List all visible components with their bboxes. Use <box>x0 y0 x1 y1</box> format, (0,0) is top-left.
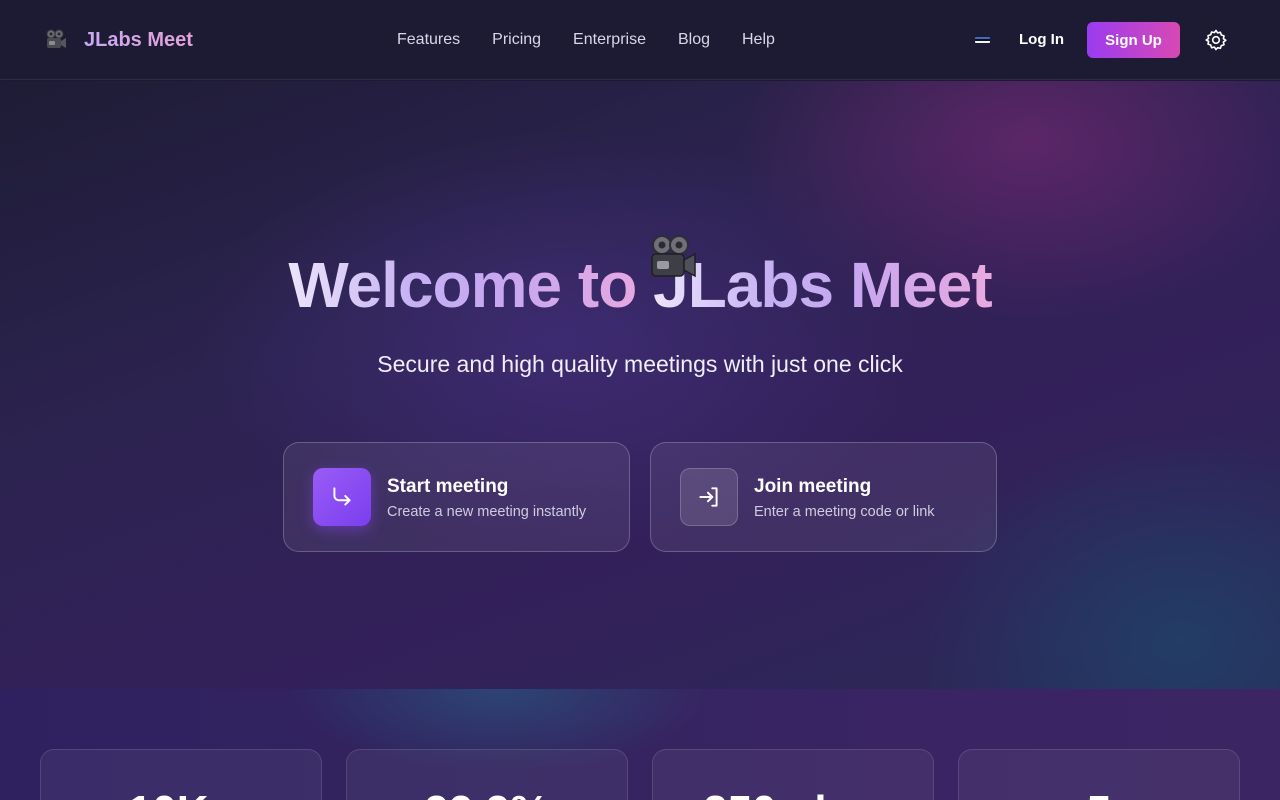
movie-camera-icon <box>651 235 696 278</box>
start-meeting-card[interactable]: Start meeting Create a new meeting insta… <box>283 442 630 552</box>
stat-card: 99.9% <box>346 749 628 800</box>
nav-pricing[interactable]: Pricing <box>492 29 541 51</box>
start-meeting-description: Create a new meeting instantly <box>387 504 587 520</box>
movie-camera-icon <box>46 29 66 48</box>
hero-subtitle: Secure and high quality meetings with ju… <box>377 351 903 377</box>
hero-section: Welcome to JLabs Meet Secure and high qu… <box>0 81 1280 689</box>
hero-title: Welcome to JLabs Meet <box>0 249 1280 321</box>
login-button[interactable]: Log In <box>1019 30 1064 50</box>
stat-value: 10K+ <box>41 788 321 800</box>
stat-card: 5 <box>958 749 1240 800</box>
join-meeting-description: Enter a meeting code or link <box>754 504 935 520</box>
join-meeting-icon-box <box>680 468 738 526</box>
stats-section: 10K+ 99.9% 250+ hrs 5 <box>0 689 1280 800</box>
nav-help[interactable]: Help <box>742 29 775 51</box>
start-meeting-icon-box <box>313 468 371 526</box>
hero-title-prefix: Welcome to <box>288 249 654 321</box>
brand-name: JLabs Meet <box>84 26 193 54</box>
stat-card: 250+ hrs <box>652 749 934 800</box>
brand[interactable]: JLabs Meet <box>44 26 193 54</box>
stat-value: 5 <box>959 788 1239 800</box>
stat-card: 10K+ <box>40 749 322 800</box>
signup-button[interactable]: Sign Up <box>1087 22 1180 58</box>
gear-icon[interactable] <box>1204 28 1228 52</box>
nav-blog[interactable]: Blog <box>678 29 710 51</box>
start-meeting-title: Start meeting <box>387 476 509 497</box>
join-meeting-title: Join meeting <box>754 476 872 497</box>
stat-value: 99.9% <box>347 788 627 800</box>
nav-features[interactable]: Features <box>397 29 460 51</box>
main-nav: Features Pricing Enterprise Blog Help <box>397 29 775 51</box>
stat-value: 250+ hrs <box>653 788 933 800</box>
hero-title-brand: JLabs Meet <box>653 249 993 321</box>
arrow-turn-right-icon <box>333 487 351 506</box>
language-flag-icon[interactable] <box>975 37 990 43</box>
nav-enterprise[interactable]: Enterprise <box>573 29 646 51</box>
join-meeting-card[interactable]: Join meeting Enter a meeting code or lin… <box>650 442 997 552</box>
top-navbar: JLabs Meet Features Pricing Enterprise B… <box>0 0 1280 80</box>
login-arrow-icon <box>699 487 718 507</box>
